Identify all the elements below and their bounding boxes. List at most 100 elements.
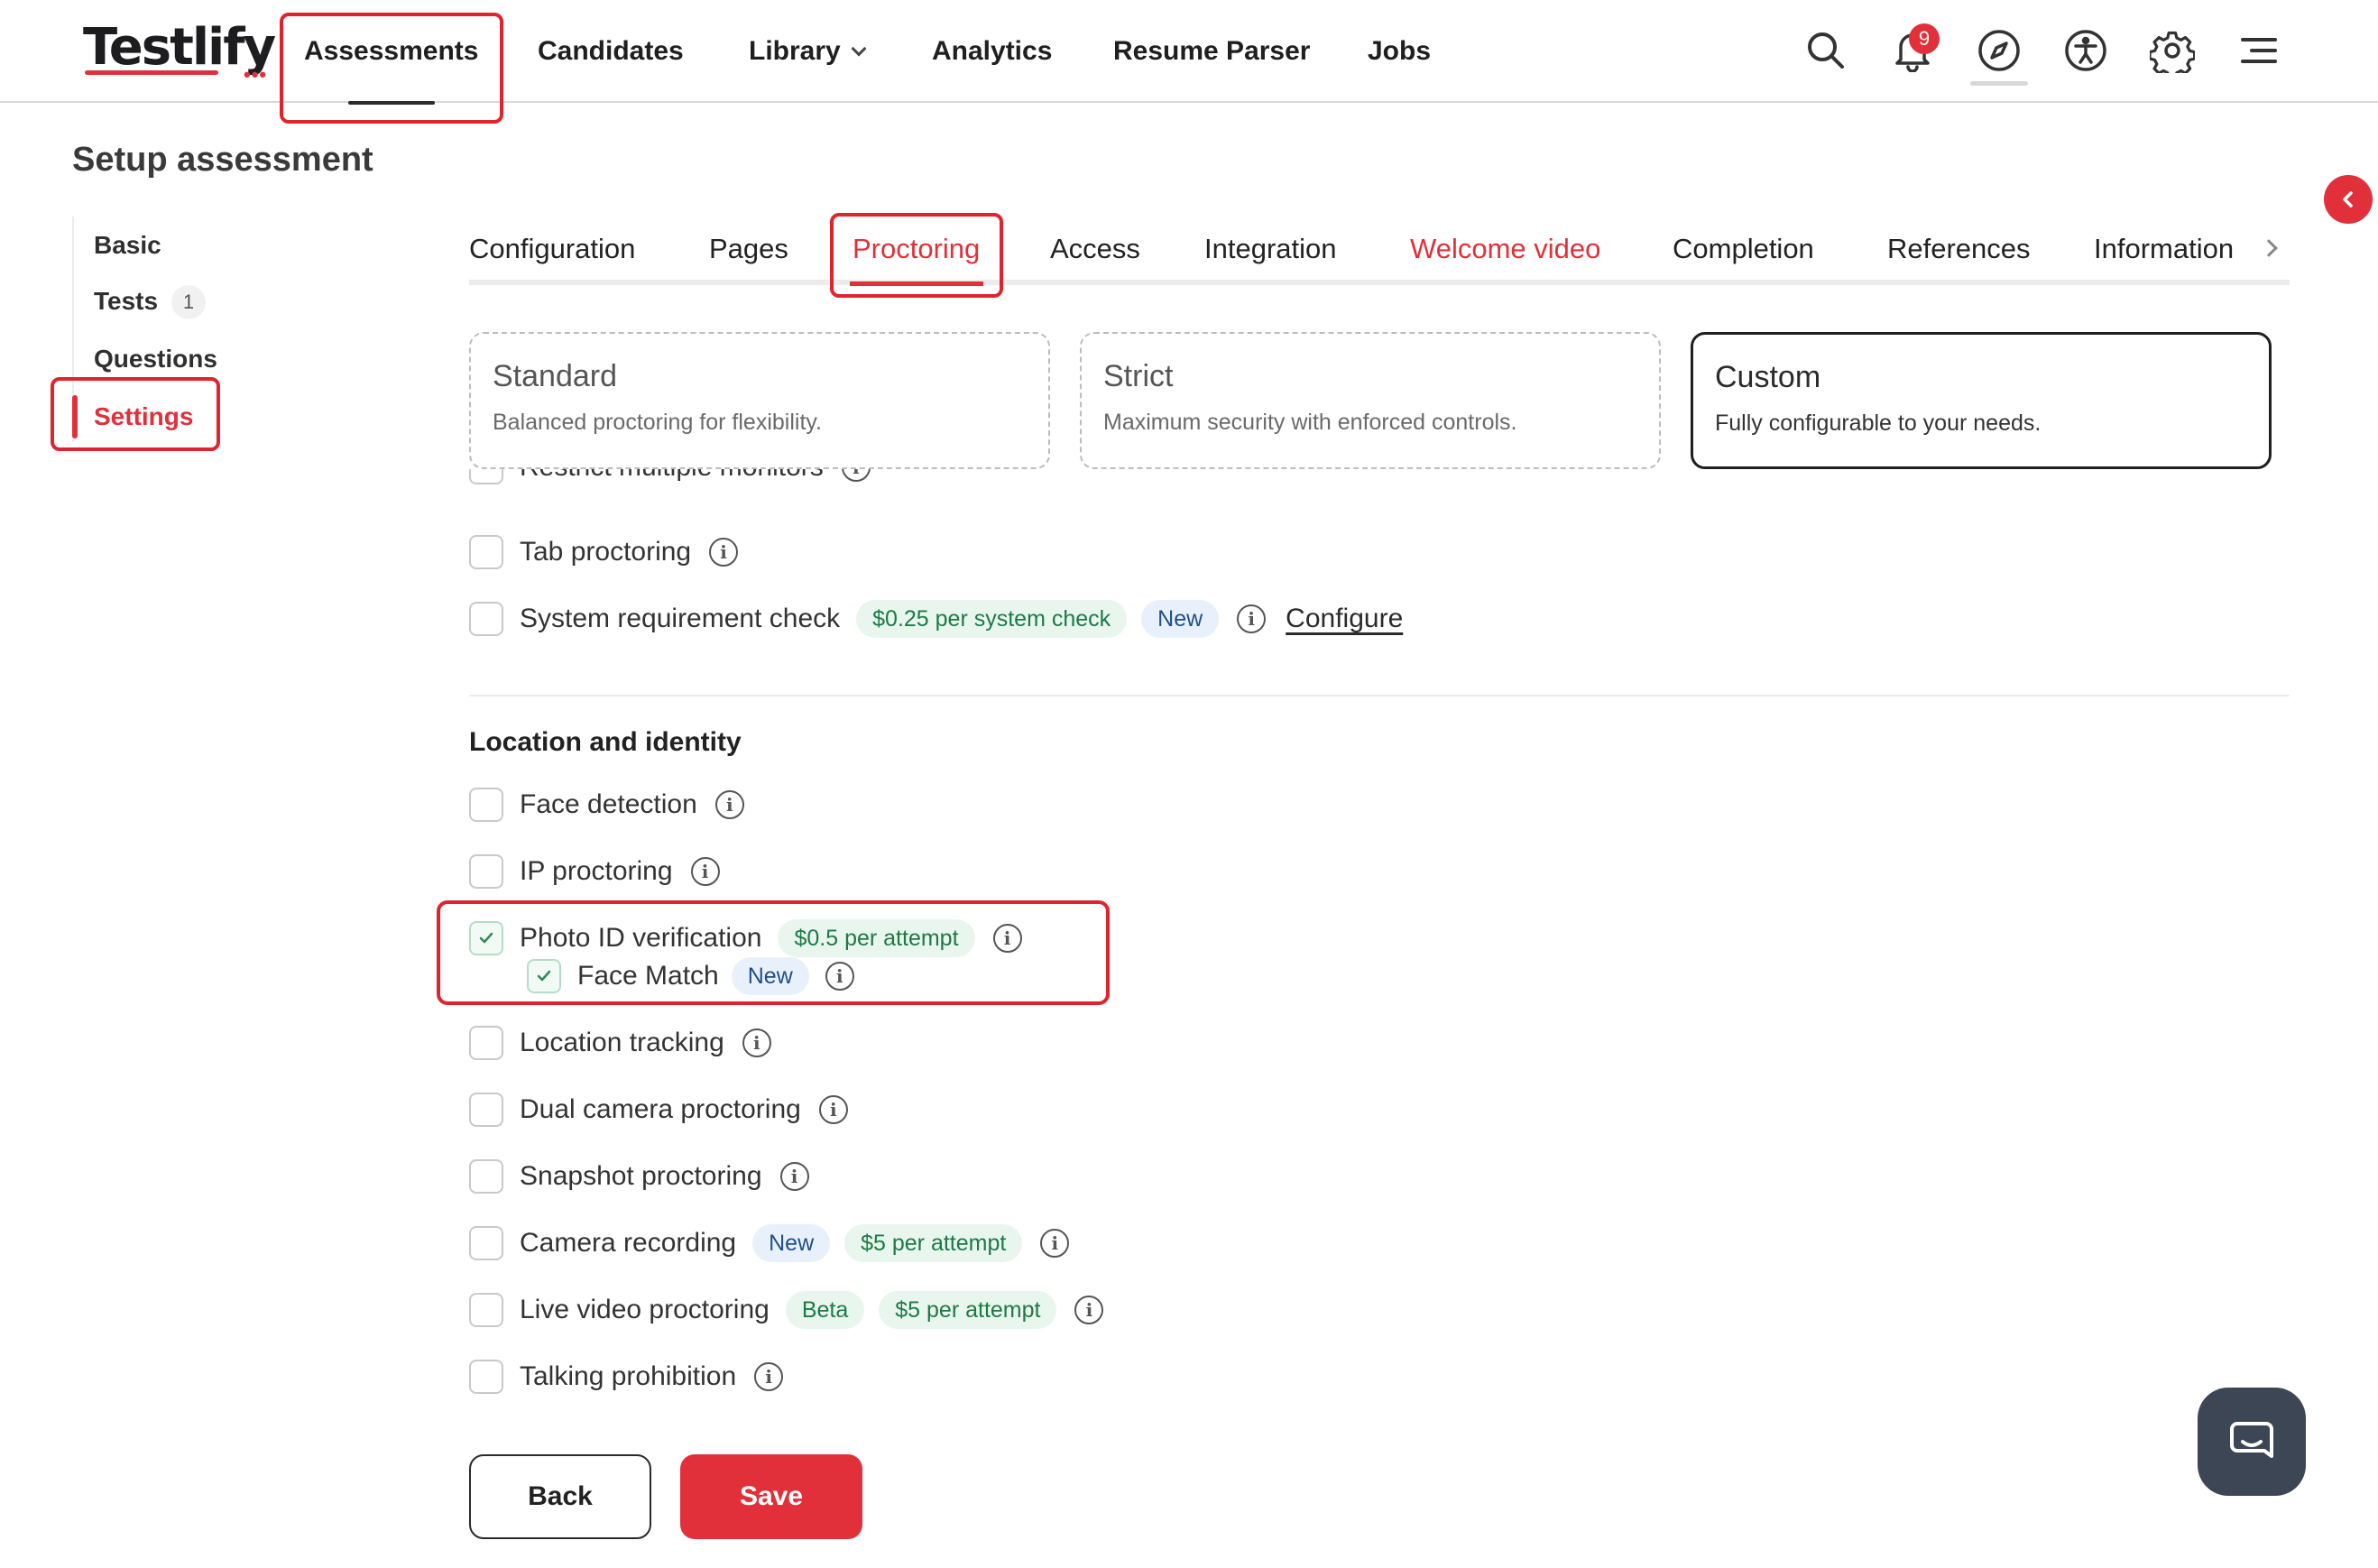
- preset-strict[interactable]: Strict Maximum security with enforced co…: [1080, 332, 1661, 469]
- option-label: IP proctoring: [520, 856, 673, 886]
- preset-custom[interactable]: Custom Fully configurable to your needs.: [1691, 332, 2272, 469]
- back-button[interactable]: Back: [469, 1454, 651, 1539]
- option-label: Live video proctoring: [520, 1295, 770, 1324]
- chat-support-button[interactable]: [2198, 1388, 2306, 1496]
- checkbox[interactable]: [469, 469, 503, 484]
- tests-count-badge: 1: [171, 285, 206, 319]
- section-divider: [469, 695, 2290, 696]
- option-live-video-proctoring: Live video proctoring Beta $5 per attemp…: [469, 1291, 1104, 1329]
- nav-jobs[interactable]: Jobs: [1368, 29, 1431, 74]
- option-talking-prohibition: Talking prohibition i: [469, 1359, 784, 1395]
- option-ip-proctoring: IP proctoring i: [469, 853, 720, 890]
- option-tab-proctoring: Tab proctoring i: [469, 534, 739, 570]
- info-icon[interactable]: i: [841, 469, 871, 482]
- nav-assessments[interactable]: Assessments: [304, 29, 478, 74]
- checkbox[interactable]: [469, 1093, 503, 1127]
- preset-title: Custom: [1715, 360, 1821, 394]
- tab-integration[interactable]: Integration: [1204, 233, 1337, 265]
- search-icon[interactable]: [1801, 25, 1851, 76]
- info-icon[interactable]: i: [690, 857, 720, 886]
- checkbox[interactable]: [469, 854, 503, 889]
- annotation-highlight-proctoring: [830, 213, 1003, 298]
- tabs-track: [469, 280, 2290, 285]
- compass-icon[interactable]: [1974, 25, 2024, 76]
- preset-title: Strict: [1103, 359, 1174, 393]
- option-label: Talking prohibition: [520, 1361, 737, 1391]
- tab-access[interactable]: Access: [1050, 233, 1140, 265]
- gear-icon[interactable]: [2147, 25, 2198, 76]
- nav-resume-parser[interactable]: Resume Parser: [1113, 29, 1310, 74]
- option-snapshot-proctoring: Snapshot proctoring i: [469, 1158, 809, 1194]
- tab-references[interactable]: References: [1887, 233, 2031, 265]
- sidebar-item-questions[interactable]: Questions: [94, 345, 217, 374]
- compass-active-underline: [1970, 81, 2028, 86]
- checkbox[interactable]: [469, 1159, 503, 1194]
- configure-link[interactable]: Configure: [1286, 604, 1403, 634]
- option-label: Dual camera proctoring: [520, 1094, 801, 1124]
- option-label: Restrict multiple monitors: [520, 469, 824, 483]
- price-pill: $0.25 per system check: [856, 600, 1128, 638]
- option-label: Face detection: [520, 789, 697, 819]
- tab-configuration[interactable]: Configuration: [469, 233, 635, 265]
- option-label: Tab proctoring: [520, 537, 692, 567]
- save-button[interactable]: Save: [680, 1454, 862, 1539]
- new-badge: New: [1141, 600, 1220, 638]
- nav-candidates[interactable]: Candidates: [538, 29, 684, 74]
- tab-information[interactable]: Information: [2094, 233, 2234, 265]
- info-icon[interactable]: i: [818, 1095, 848, 1124]
- menu-icon[interactable]: [2234, 25, 2284, 76]
- option-system-requirement-check: System requirement check $0.25 per syste…: [469, 600, 1403, 638]
- nav-library[interactable]: Library: [749, 29, 867, 74]
- testlify-logo[interactable]: Testlify •••: [83, 16, 276, 86]
- collapse-panel-button[interactable]: [2324, 175, 2373, 224]
- beta-badge: Beta: [785, 1291, 865, 1329]
- info-icon[interactable]: i: [1074, 1296, 1104, 1324]
- preset-description: Fully configurable to your needs.: [1715, 410, 2042, 436]
- option-dual-camera-proctoring: Dual camera proctoring i: [469, 1092, 848, 1128]
- tab-pages[interactable]: Pages: [709, 233, 788, 265]
- preset-title: Standard: [493, 359, 617, 393]
- option-label: Location tracking: [520, 1028, 724, 1057]
- info-icon[interactable]: i: [1040, 1229, 1070, 1258]
- page-title: Setup assessment: [72, 141, 373, 179]
- preset-description: Maximum security with enforced controls.: [1103, 410, 1517, 435]
- info-icon[interactable]: i: [709, 538, 739, 567]
- annotation-highlight-settings: [51, 377, 220, 451]
- preset-standard[interactable]: Standard Balanced proctoring for flexibi…: [469, 332, 1050, 469]
- sidebar-item-tests[interactable]: Tests: [94, 287, 158, 316]
- nav-analytics[interactable]: Analytics: [932, 29, 1052, 74]
- checkbox[interactable]: [469, 1226, 503, 1260]
- option-label: Camera recording: [520, 1228, 737, 1258]
- tab-welcome-video[interactable]: Welcome video: [1410, 233, 1600, 265]
- new-badge: New: [752, 1224, 831, 1262]
- option-face-detection: Face detection i: [469, 787, 744, 823]
- checkbox[interactable]: [469, 1360, 503, 1394]
- annotation-highlight-photo-id: [437, 900, 1110, 1005]
- chevron-left-icon: [2343, 191, 2353, 208]
- tab-completion[interactable]: Completion: [1673, 233, 1814, 265]
- logo-dots: •••: [244, 63, 268, 86]
- info-icon[interactable]: i: [714, 790, 744, 819]
- checkbox[interactable]: [469, 1293, 503, 1327]
- option-label: Snapshot proctoring: [520, 1161, 762, 1191]
- nav-active-underline: [348, 101, 435, 105]
- preset-description: Balanced proctoring for flexibility.: [493, 410, 822, 435]
- accessibility-icon[interactable]: [2060, 25, 2111, 76]
- checkbox[interactable]: [469, 535, 503, 569]
- info-icon[interactable]: i: [1237, 604, 1267, 633]
- chevron-right-icon[interactable]: [2260, 239, 2278, 257]
- info-icon[interactable]: i: [779, 1162, 809, 1191]
- checkbox[interactable]: [469, 788, 503, 822]
- checkbox[interactable]: [469, 1026, 503, 1060]
- app-root: Testlify ••• Assessments Candidates Libr…: [0, 0, 2378, 1568]
- info-icon[interactable]: i: [742, 1028, 771, 1057]
- option-camera-recording: Camera recording New $5 per attempt i: [469, 1224, 1070, 1262]
- chat-bubble-icon: [2230, 1422, 2273, 1458]
- nav-library-label: Library: [749, 36, 841, 66]
- price-pill: $5 per attempt: [879, 1291, 1057, 1329]
- sidebar-item-basic[interactable]: Basic: [94, 231, 161, 260]
- checkbox[interactable]: [469, 602, 503, 636]
- logo-underline: [85, 70, 218, 75]
- info-icon[interactable]: i: [754, 1362, 784, 1391]
- option-label: System requirement check: [520, 604, 841, 633]
